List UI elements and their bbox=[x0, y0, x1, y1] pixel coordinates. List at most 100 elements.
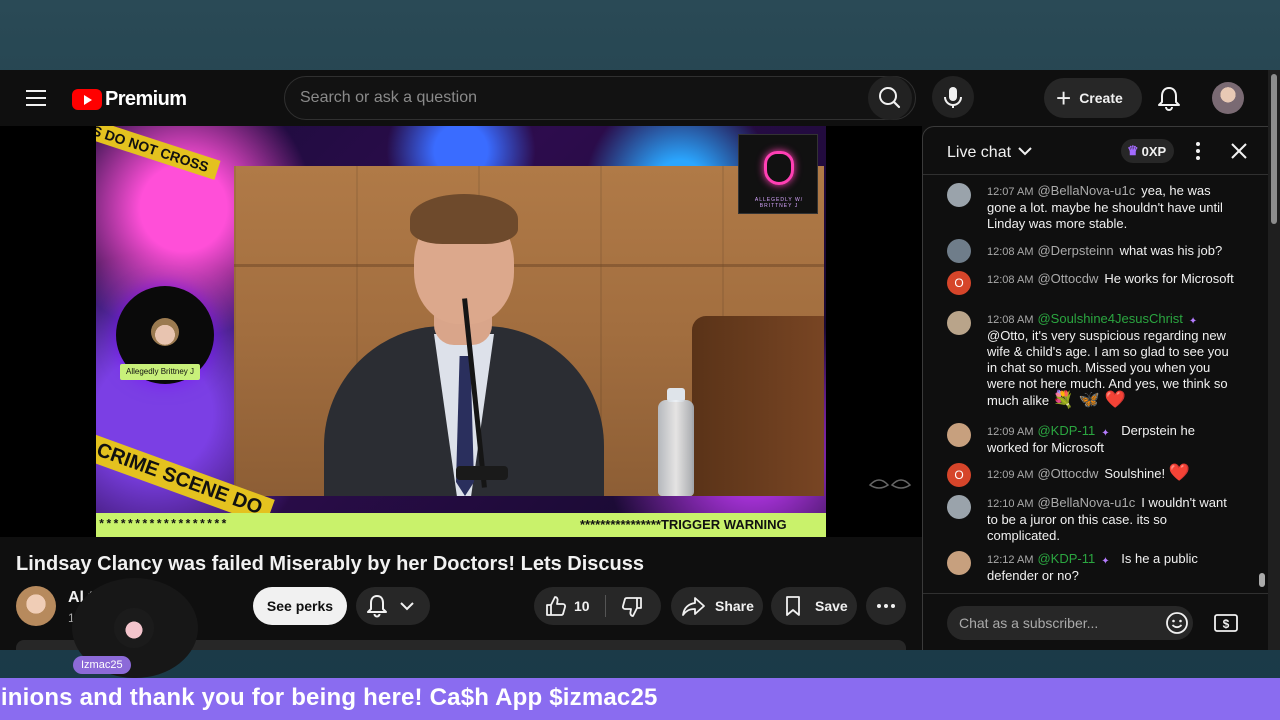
water-bottle bbox=[658, 400, 694, 496]
more-vertical-icon[interactable] bbox=[1193, 141, 1203, 161]
chat-message[interactable]: 12:10 AM @BellaNova-u1c I wouldn't want to… bbox=[987, 495, 1239, 544]
like-count: 10 bbox=[574, 598, 590, 614]
like-icon[interactable] bbox=[544, 594, 568, 618]
streamer-face bbox=[114, 608, 154, 648]
scrollbar-thumb[interactable] bbox=[1271, 74, 1277, 224]
xp-label: 0XP bbox=[1141, 143, 1167, 159]
message-author[interactable]: @Ottocdw bbox=[1037, 466, 1098, 481]
plus-icon: + bbox=[1056, 83, 1072, 113]
chat-avatar[interactable] bbox=[947, 311, 971, 335]
message-author[interactable]: @Ottocdw bbox=[1037, 271, 1098, 286]
message-time: 12:09 AM bbox=[987, 426, 1034, 438]
chat-message[interactable]: 12:08 AM @Soulshine4JesusChrist ✦@Otto, it… bbox=[987, 311, 1239, 409]
youtube-play-icon bbox=[72, 88, 102, 110]
tape-top: IS DO NOT CROSS bbox=[96, 126, 221, 180]
live-chat-panel: Live chat ♛ 0XP 12:07 AM @BellaNova-u1c ye… bbox=[922, 126, 1269, 650]
message-text: Soulshine! bbox=[1104, 466, 1166, 481]
share-button[interactable]: Share bbox=[671, 587, 763, 625]
close-icon[interactable] bbox=[1229, 141, 1249, 161]
mic-base bbox=[456, 466, 508, 480]
chat-message[interactable]: 12:09 AM @KDP-11 ✦ Derpstein he worked for … bbox=[987, 423, 1239, 456]
message-author[interactable]: @Soulshine4JesusChrist bbox=[1037, 311, 1182, 326]
live-chat-header: Live chat ♛ 0XP bbox=[923, 127, 1269, 175]
wood-line bbox=[234, 264, 824, 267]
message-time: 12:12 AM bbox=[987, 554, 1034, 566]
more-horizontal-icon bbox=[877, 604, 895, 608]
chat-avatar[interactable] bbox=[947, 423, 971, 447]
chat-input-row: $ bbox=[923, 593, 1269, 650]
search-input[interactable] bbox=[300, 77, 860, 119]
chat-message[interactable]: 12:09 AM @Ottocdw Soulshine! ❤️ bbox=[987, 464, 1239, 483]
host-label: Allegedly Brittney J bbox=[120, 364, 201, 380]
message-emoji: 💐 🦋 ❤️ bbox=[1052, 390, 1126, 409]
crown-icon: ♛ bbox=[1127, 143, 1139, 158]
microphone-icon bbox=[944, 87, 962, 108]
emoji-icon[interactable] bbox=[1165, 611, 1189, 635]
chat-message[interactable]: 12:08 AM @Derpsteinn what was his job? bbox=[987, 243, 1239, 260]
message-time: 12:08 AM bbox=[987, 274, 1034, 286]
search-box bbox=[284, 76, 916, 120]
video-player[interactable]: IS DO NOT CROSS CRIME SCENE DO ALLEGEDLY… bbox=[0, 126, 922, 537]
account-avatar[interactable] bbox=[1212, 82, 1244, 114]
see-perks-button[interactable]: See perks bbox=[253, 587, 347, 625]
voice-search-button[interactable] bbox=[932, 76, 974, 118]
ticker-bar: pinions and thank you for being here! Ca… bbox=[0, 678, 1280, 720]
chat-avatar[interactable] bbox=[947, 551, 971, 575]
page-scrollbar[interactable] bbox=[1268, 70, 1280, 650]
search-button[interactable] bbox=[868, 76, 912, 120]
save-button[interactable]: Save bbox=[771, 587, 857, 625]
message-author[interactable]: @Derpsteinn bbox=[1037, 243, 1113, 258]
xp-badge[interactable]: ♛ 0XP bbox=[1121, 139, 1175, 163]
create-button[interactable]: + Create bbox=[1044, 78, 1142, 118]
chat-message[interactable]: 12:12 AM @KDP-11 ✦ Is he a public defender … bbox=[987, 551, 1239, 584]
bookmark-icon bbox=[786, 596, 800, 616]
menu-icon[interactable] bbox=[26, 90, 46, 106]
chat-input[interactable] bbox=[947, 606, 1193, 640]
video-title: Lindsay Clancy was failed Miserably by h… bbox=[16, 553, 644, 575]
chat-message[interactable]: 12:07 AM @BellaNova-u1c yea, he was gone a… bbox=[987, 183, 1239, 232]
notification-settings-button[interactable] bbox=[356, 587, 430, 625]
watermark-eyes-icon bbox=[868, 479, 912, 489]
podcast-mic-icon bbox=[764, 151, 794, 185]
podcast-logo: ALLEGEDLY W/ BRITTNEY J bbox=[738, 134, 818, 214]
chevron-down-icon[interactable] bbox=[1017, 143, 1033, 159]
message-author[interactable]: @BellaNova-u1c bbox=[1037, 183, 1135, 198]
chat-message[interactable]: 12:08 AM @Ottocdw He works for Microsoft bbox=[987, 271, 1239, 288]
search-icon bbox=[879, 87, 901, 109]
top-bar: Premium + Create bbox=[0, 70, 1280, 126]
hair bbox=[410, 194, 518, 244]
member-badge-icon: ✦ bbox=[1188, 316, 1198, 327]
message-text: He works for Microsoft bbox=[1104, 271, 1234, 286]
message-author[interactable]: @KDP-11 bbox=[1037, 423, 1095, 438]
host-face bbox=[151, 318, 179, 346]
message-time: 12:07 AM bbox=[987, 186, 1034, 198]
dislike-icon[interactable] bbox=[620, 595, 644, 619]
more-actions-button[interactable] bbox=[866, 587, 906, 625]
chat-avatar[interactable]: O bbox=[947, 463, 971, 487]
message-time: 12:08 AM bbox=[987, 246, 1034, 258]
youtube-logo[interactable]: Premium bbox=[72, 87, 187, 110]
message-author[interactable]: @KDP-11 bbox=[1037, 551, 1095, 566]
message-text: what was his job? bbox=[1119, 243, 1223, 258]
channel-avatar[interactable] bbox=[16, 586, 56, 626]
live-chat-title[interactable]: Live chat bbox=[947, 144, 1011, 162]
warning-left: ****************** bbox=[98, 518, 228, 532]
streamer-tag: Izmac25 bbox=[73, 656, 131, 674]
chat-avatar[interactable] bbox=[947, 239, 971, 263]
ticker-text: pinions and thank you for being here! Ca… bbox=[0, 684, 658, 711]
notification-bell-icon[interactable] bbox=[1156, 84, 1182, 112]
chat-avatar[interactable] bbox=[947, 495, 971, 519]
chat-avatar[interactable] bbox=[947, 183, 971, 207]
podcast-logo-text: ALLEGEDLY W/ BRITTNEY J bbox=[754, 197, 804, 209]
message-author[interactable]: @BellaNova-u1c bbox=[1037, 495, 1135, 510]
trigger-warning-bar: ****************** ****************TRIGG… bbox=[96, 513, 826, 537]
super-chat-icon[interactable]: $ bbox=[1213, 611, 1239, 635]
chat-avatar[interactable]: O bbox=[947, 271, 971, 295]
member-badge-icon: ✦ bbox=[1101, 428, 1110, 439]
member-badge-icon: ✦ bbox=[1101, 556, 1110, 567]
logo-text: Premium bbox=[105, 87, 187, 110]
youtube-window: Premium + Create IS DO NOT CROSS bbox=[0, 70, 1280, 650]
bell-icon bbox=[367, 595, 414, 618]
create-label: Create bbox=[1079, 90, 1123, 106]
chat-scrollbar[interactable] bbox=[1259, 573, 1265, 587]
